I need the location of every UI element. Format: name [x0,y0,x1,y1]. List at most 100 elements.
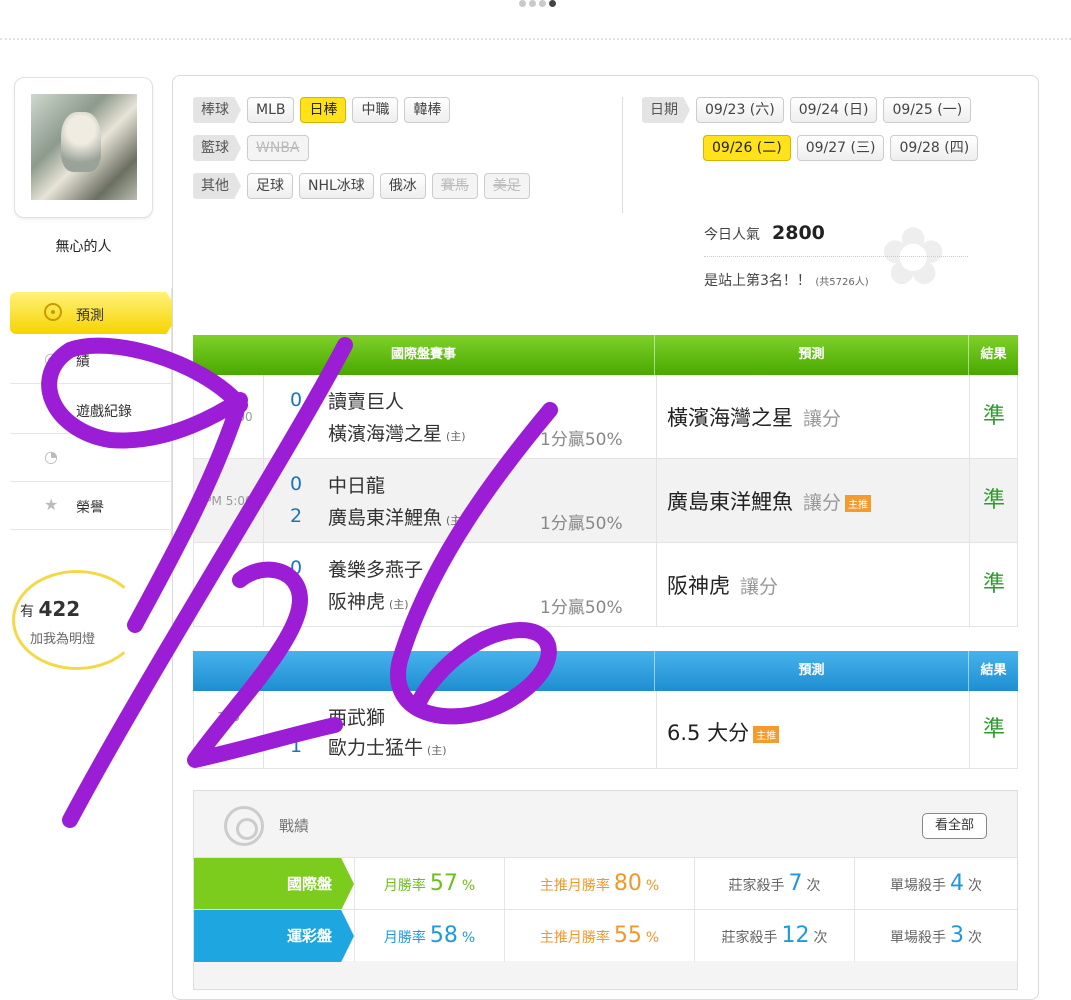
follow-link[interactable]: 加我為明燈 [30,628,95,647]
sidebar-item-label: 預測 [76,308,104,324]
home-team[interactable]: 阪神虎 (主) [328,587,409,614]
view-all-button[interactable]: 看全部 [922,813,988,839]
date-0926[interactable]: 09/26 (二) [703,135,791,161]
intl-table-header: 國際盤賽事 預測 結果 [193,335,1018,375]
stats-row-lottery: 運彩盤 月勝率 58% 主推月勝率 55% 莊家殺手 12 次 單場殺手 3 次 [194,909,1017,962]
date-0924[interactable]: 09/24 (日) [789,97,878,123]
table-row: 105 西武獅 1 歐力士猛牛 (主) 6.5 大分 主推 準 [193,691,1018,769]
game-time: PM 5:00 [194,459,264,543]
monthly-rate: 月勝率 58% [354,910,504,962]
chart-icon: ◔ [44,447,58,466]
tag-cpbl[interactable]: 中職 [352,97,399,123]
record-title: 戰績 [279,817,310,835]
single-killer: 單場殺手 4 次 [854,858,1017,910]
sidebar-item-predict[interactable]: 預測 [10,292,180,334]
banker-killer: 莊家殺手 7 次 [694,858,854,910]
result-mark: 準 [982,717,1005,742]
category-label: 其他 [193,173,241,199]
monthly-rate: 月勝率 57% [354,858,504,910]
away-team[interactable]: 讀賣巨人 [328,387,404,414]
avatar [31,94,137,200]
date-0928[interactable]: 09/28 (四) [890,135,979,161]
away-team[interactable]: 西武獅 [328,703,385,730]
table-row: PM 5:00 0 讀賣巨人 1 橫濱海灣之星 (主) 1分贏50% 橫濱海灣之星… [193,375,1018,459]
sidebar-item-game-log[interactable]: 遊戲紀錄 [10,386,172,434]
sidebar-item-honor[interactable]: ★ 榮譽 [10,482,172,530]
away-score: 0 [290,557,303,579]
away-team[interactable]: 中日龍 [328,471,385,498]
banker-killer: 莊家殺手 12 次 [694,910,854,962]
tag-nfl: 美足 [483,173,530,199]
main-pick-badge: 主推 [753,725,780,743]
result-mark: 準 [982,404,1005,429]
stats-label: 運彩盤 [194,910,354,962]
tag-mlb[interactable]: MLB [247,97,295,123]
away-score: 0 [290,389,303,411]
home-team[interactable]: 歐力士猛牛 (主) [328,733,447,760]
single-killer: 單場殺手 3 次 [854,910,1017,962]
date-row-1: 日期 09/23 (六) 09/24 (日) 09/25 (一) [642,97,972,123]
username: 無心的人 [55,239,112,255]
tag-nhl[interactable]: NHL冰球 [299,173,374,199]
divider [622,97,623,213]
handicap-line: 1分贏50% [540,598,623,618]
main-monthly-rate: 主推月勝率 80% [504,858,694,910]
game-time [194,543,264,627]
table-row: PM 5:00 0 中日龍 2 廣島東洋鯉魚 (主) 1分贏50% 廣島東洋鯉魚讓… [193,459,1018,543]
target-icon [224,806,264,846]
stats-row-intl: 國際盤 月勝率 57% 主推月勝率 80% 莊家殺手 7 次 單場殺手 4 次 [194,857,1017,910]
target-icon [44,303,62,321]
game-time: PM 5:00 [194,375,264,459]
popularity: 今日人氣 2800 [704,222,825,244]
date-row-2: 09/26 (二) 09/27 (三) 09/28 (四) [703,135,979,161]
date-0923[interactable]: 09/23 (六) [696,97,784,123]
col-game [193,651,655,691]
date-0925[interactable]: 09/25 (一) [883,97,972,123]
away-score: 0 [290,473,303,495]
home-score: 2 [290,589,303,611]
home-team[interactable]: 廣島東洋鯉魚 (主) [328,503,466,530]
tag-kbo[interactable]: 韓棒 [404,97,451,123]
record-panel: 戰績 看全部 國際盤 月勝率 57% 主推月勝率 80% 莊家殺手 7 次 單場殺手 4 次… [193,790,1018,990]
col-result: 結果 [980,347,1007,362]
col-game: 國際盤賽事 [193,335,655,375]
handicap-line: 1分贏50% [540,430,623,450]
away-team[interactable]: 養樂多燕子 [328,555,423,582]
result-mark: 準 [982,488,1005,513]
handicap-line: 1分贏50% [540,514,623,534]
tag-horse: 賽馬 [431,173,478,199]
date-label: 日期 [642,97,690,123]
sidebar-item-label: 遊戲紀錄 [76,404,132,420]
home-score: 2 [290,505,303,527]
prediction-cell: 橫濱海灣之星 讓分 [656,375,970,459]
sidebar-item-record[interactable]: ◎ 績 [10,336,172,384]
sidebar-item-label: 績 [76,354,90,370]
filter-row-other: 其他 足球 NHL冰球 俄冰 賽馬 美足 [193,173,530,199]
date-0927[interactable]: 09/27 (三) [796,135,885,161]
avatar-card[interactable] [14,77,153,218]
tag-npb[interactable]: 日棒 [300,97,347,123]
home-score: 1 [290,735,303,757]
filter-row-basketball: 籃球 WNBA [193,135,309,161]
col-pred: 預測 [655,651,969,691]
rank-text: 是站上第3名！！ (共5726人) [704,273,869,289]
tag-wnba: WNBA [247,135,309,161]
home-score: 1 [290,421,303,443]
col-pred: 預測 [655,335,969,375]
lottery-table-header: 預測 結果 [193,651,1018,691]
tag-soccer[interactable]: 足球 [247,173,293,199]
sidebar-item-other[interactable]: ◔ [10,434,172,482]
game-time: 105 [194,691,264,769]
top-band [0,0,1071,40]
tag-khl[interactable]: 俄冰 [379,173,426,199]
prediction-cell: 阪神虎 讓分 [656,543,970,627]
result-mark: 準 [982,572,1005,597]
divider [704,256,968,257]
table-row: 0 養樂多燕子 2 阪神虎 (主) 1分贏50% 阪神虎 讓分 準 [193,543,1018,627]
medal-icon: ★ [44,495,59,514]
fan-count: 有 422 [20,597,81,621]
home-team[interactable]: 橫濱海灣之星 (主) [328,419,466,446]
category-label: 棒球 [193,97,241,123]
main-monthly-rate: 主推月勝率 55% [504,910,694,962]
decoration-icon: ✿ [879,210,947,303]
